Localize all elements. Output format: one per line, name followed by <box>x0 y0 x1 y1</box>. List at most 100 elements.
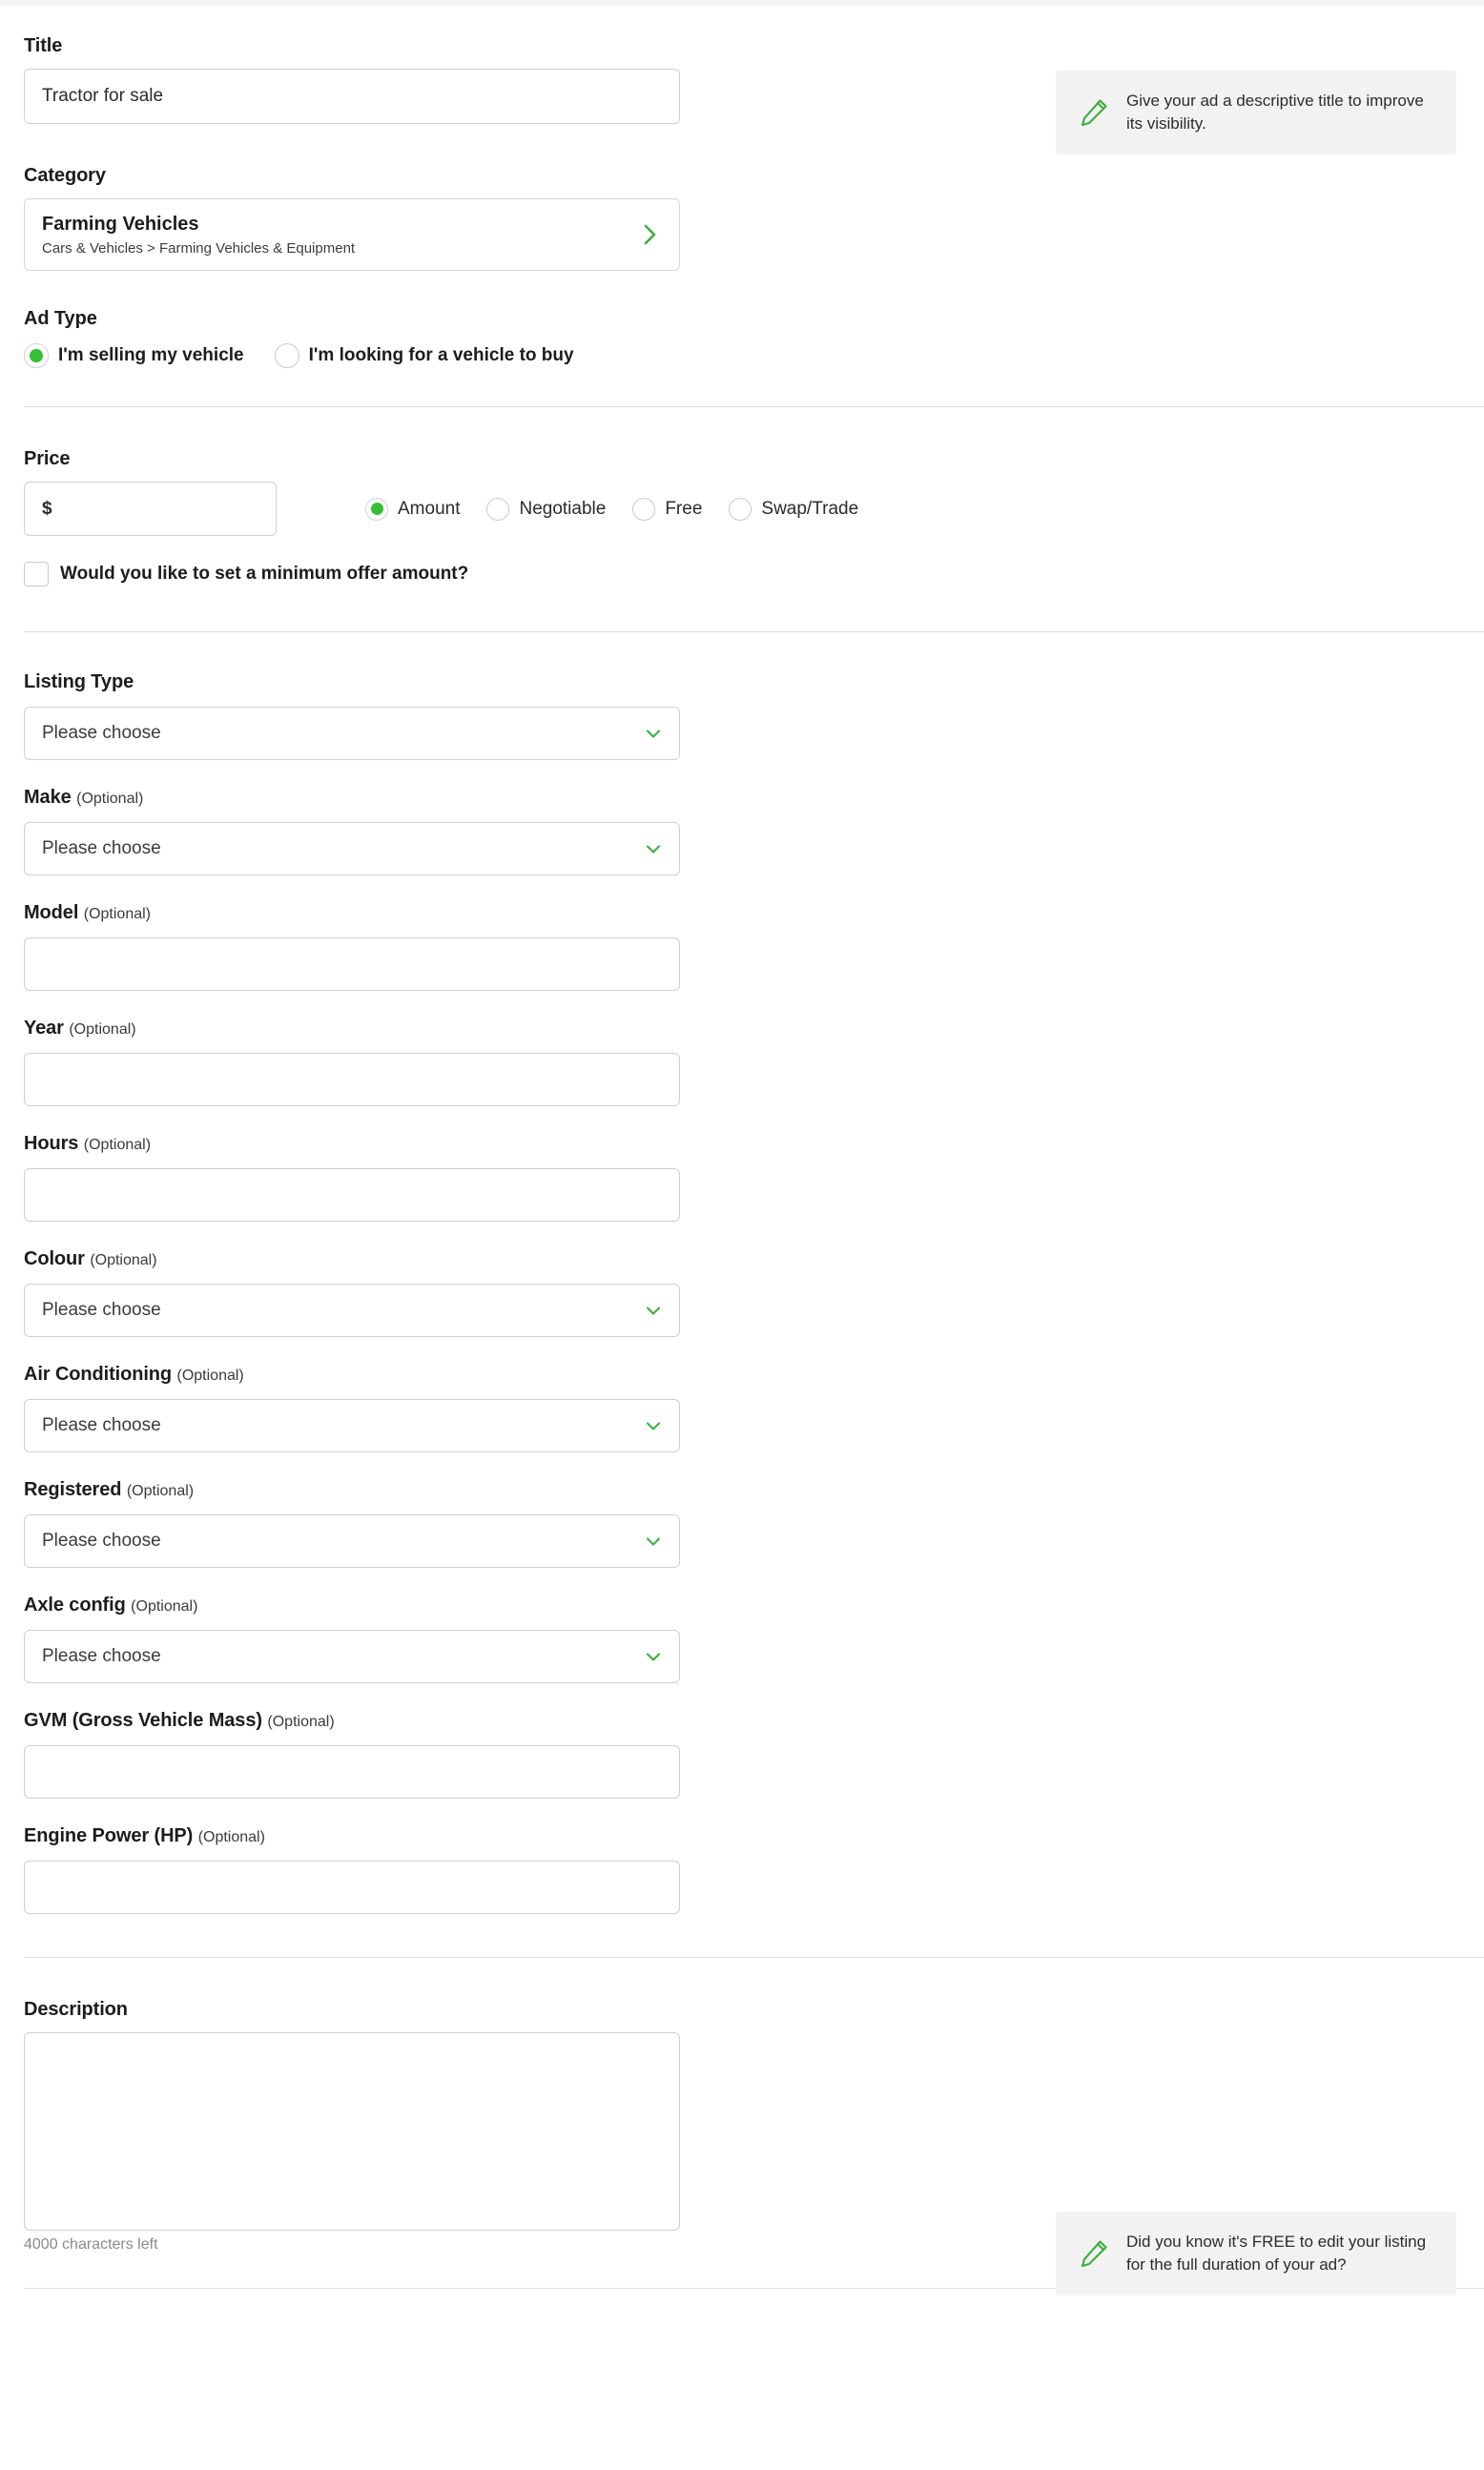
radio-amount-icon[interactable] <box>365 497 388 521</box>
chevron-down-icon[interactable] <box>645 1417 662 1434</box>
optional-tag: (Optional) <box>69 1021 136 1038</box>
category-breadcrumb: Cars & Vehicles > Farming Vehicles & Equ… <box>42 239 356 257</box>
axle-config-select[interactable]: Please choose <box>24 1630 680 1683</box>
ad-type-option-buying-label: I'm looking for a vehicle to buy <box>308 345 574 365</box>
chevron-down-icon[interactable] <box>645 725 662 742</box>
attribute-label: Hours (Optional) <box>24 1133 152 1154</box>
radio-selling-icon[interactable] <box>24 343 49 368</box>
title-hint-text: Give your ad a descriptive title to impr… <box>1126 92 1424 133</box>
ad-type-option-selling[interactable]: I'm selling my vehicle <box>24 343 244 368</box>
price-label: Price <box>24 448 71 469</box>
attribute-label: Year (Optional) <box>24 1018 136 1039</box>
price-input[interactable]: $ <box>24 482 277 536</box>
attribute-label: Colour (Optional) <box>24 1248 157 1269</box>
price-option-swap-trade-label: Swap/Trade <box>761 498 859 519</box>
category-field-block: Category Farming Vehicles Cars & Vehicle… <box>0 164 1484 271</box>
attribute-label: Engine Power (HP) (Optional) <box>24 1825 265 1846</box>
price-option-negotiable-label: Negotiable <box>519 498 607 519</box>
optional-tag: (Optional) <box>131 1598 198 1615</box>
colour-value: Please choose <box>42 1300 161 1320</box>
attribute-gvm: GVM (Gross Vehicle Mass) (Optional) <box>0 1709 1484 1799</box>
pencil-icon <box>1077 95 1111 130</box>
title-input-value: Tractor for sale <box>42 86 164 106</box>
hours-input[interactable] <box>24 1168 680 1222</box>
registered-select[interactable]: Please choose <box>24 1514 680 1568</box>
description-label: Description <box>24 1999 128 2020</box>
optional-tag: (Optional) <box>126 1483 195 1499</box>
category-card-text: Farming Vehicles Cars & Vehicles > Farmi… <box>42 213 355 257</box>
form-content: Title Tractor for sale Give your ad a de… <box>0 34 1484 2295</box>
air-conditioning-select[interactable]: Please choose <box>24 1399 680 1452</box>
price-option-free[interactable]: Free <box>632 497 702 521</box>
minimum-offer-checkbox[interactable] <box>24 562 49 587</box>
colour-select[interactable]: Please choose <box>24 1284 680 1337</box>
title-hint-box: Give your ad a descriptive title to impr… <box>1056 71 1456 154</box>
category-name: Farming Vehicles <box>42 213 199 235</box>
attribute-label: Registered (Optional) <box>24 1479 195 1500</box>
year-input[interactable] <box>24 1053 680 1106</box>
attribute-registered: Registered (Optional) Please choose <box>0 1478 1484 1568</box>
attribute-engine-power: Engine Power (HP) (Optional) <box>0 1824 1484 1914</box>
attribute-listing-type: Listing Type Please choose <box>0 670 1484 760</box>
chevron-down-icon[interactable] <box>645 1533 662 1550</box>
make-value: Please choose <box>42 838 161 858</box>
attribute-label: Model (Optional) <box>24 902 151 923</box>
optional-tag: (Optional) <box>90 1252 157 1268</box>
category-label: Category <box>24 165 106 186</box>
optional-tag: (Optional) <box>197 1829 265 1845</box>
optional-tag: (Optional) <box>83 906 151 922</box>
optional-tag: (Optional) <box>76 791 144 807</box>
price-option-swap-trade[interactable]: Swap/Trade <box>729 497 859 521</box>
attribute-model: Model (Optional) <box>0 901 1484 991</box>
model-input[interactable] <box>24 937 680 991</box>
optional-tag: (Optional) <box>176 1368 244 1384</box>
title-input[interactable]: Tractor for sale <box>24 69 680 124</box>
minimum-offer-label: Would you like to set a minimum offer am… <box>60 564 469 584</box>
axle-config-value: Please choose <box>42 1646 161 1666</box>
chevron-right-icon[interactable] <box>637 222 662 247</box>
air-conditioning-value: Please choose <box>42 1415 161 1435</box>
attribute-label: GVM (Gross Vehicle Mass) (Optional) <box>24 1710 335 1731</box>
radio-negotiable-icon[interactable] <box>486 497 510 521</box>
price-option-amount-label: Amount <box>398 498 461 519</box>
pencil-icon <box>1077 2236 1111 2271</box>
ad-type-option-buying[interactable]: I'm looking for a vehicle to buy <box>274 343 574 368</box>
chevron-down-icon[interactable] <box>645 840 662 857</box>
chevron-down-icon[interactable] <box>645 1648 662 1665</box>
description-hint-text: Did you know it's FREE to edit your list… <box>1126 2233 1427 2274</box>
price-option-amount[interactable]: Amount <box>365 497 461 521</box>
listing-type-value: Please choose <box>42 723 161 743</box>
radio-swap-trade-icon[interactable] <box>729 497 752 521</box>
optional-tag: (Optional) <box>267 1714 335 1730</box>
attribute-make: Make (Optional) Please choose <box>0 786 1484 875</box>
title-label: Title <box>24 35 63 56</box>
section-divider-2 <box>24 631 1484 632</box>
attribute-year: Year (Optional) <box>0 1017 1484 1106</box>
chevron-down-icon[interactable] <box>645 1302 662 1319</box>
radio-free-icon[interactable] <box>632 497 656 521</box>
radio-buying-icon[interactable] <box>274 343 299 368</box>
description-textarea[interactable] <box>24 2032 680 2231</box>
ad-type-radio-group: I'm selling my vehicle I'm looking for a… <box>24 343 1484 368</box>
radio-dot <box>370 503 383 515</box>
section-divider-3 <box>24 1957 1484 1958</box>
page-top-strip <box>0 0 1484 6</box>
attribute-label: Make (Optional) <box>24 787 144 808</box>
ad-type-field-block: Ad Type I'm selling my vehicle I'm looki… <box>0 307 1484 368</box>
radio-dot <box>30 349 43 362</box>
engine-power-input[interactable] <box>24 1861 680 1914</box>
attribute-colour: Colour (Optional) Please choose <box>0 1247 1484 1337</box>
description-hint-box: Did you know it's FREE to edit your list… <box>1056 2212 1456 2295</box>
attribute-label: Axle config (Optional) <box>24 1595 198 1616</box>
make-select[interactable]: Please choose <box>24 822 680 875</box>
registered-value: Please choose <box>42 1531 161 1551</box>
minimum-offer-checkbox-row[interactable]: Would you like to set a minimum offer am… <box>24 562 1484 587</box>
gvm-input[interactable] <box>24 1745 680 1799</box>
price-option-negotiable[interactable]: Negotiable <box>486 497 607 521</box>
optional-tag: (Optional) <box>83 1137 152 1153</box>
attribute-label: Listing Type <box>24 671 134 692</box>
price-row: $ Amount Negotiable Free Swap/Trade <box>24 482 1484 536</box>
listing-type-select[interactable]: Please choose <box>24 707 680 760</box>
category-selector[interactable]: Farming Vehicles Cars & Vehicles > Farmi… <box>24 198 680 271</box>
attributes-section: Listing Type Please choose Make (Optiona… <box>0 670 1484 1914</box>
